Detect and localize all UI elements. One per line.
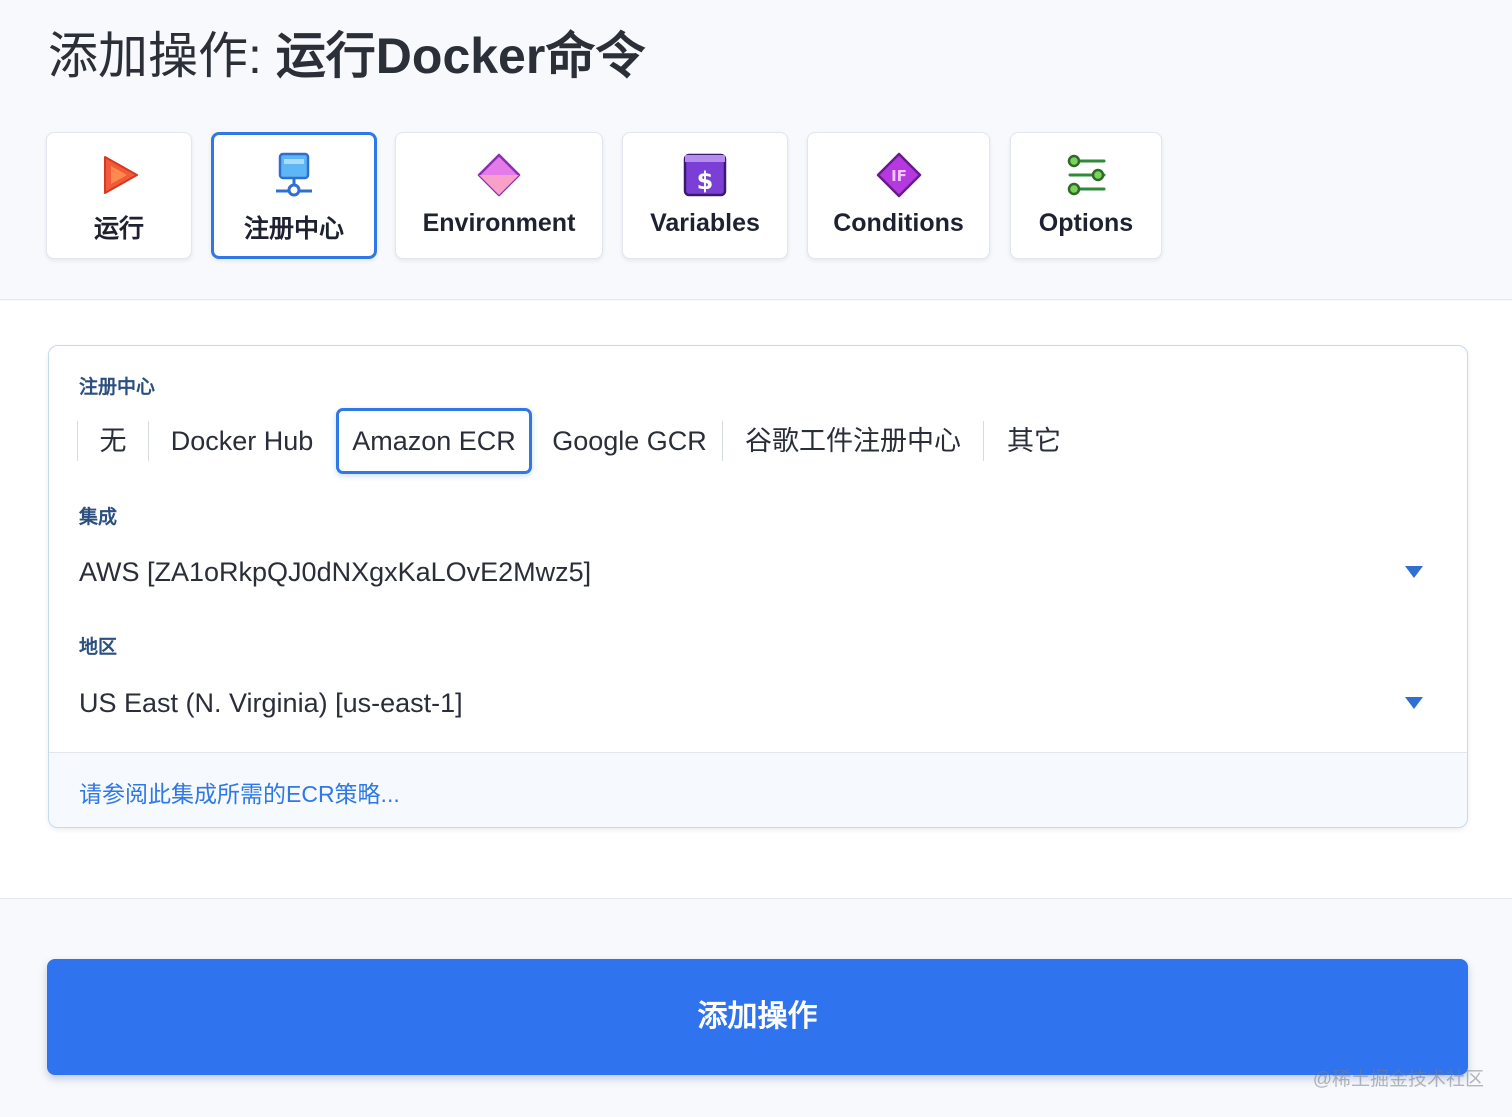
card-footer: 请参阅此集成所需的ECR策略... <box>49 752 1467 827</box>
integration-label: 集成 <box>79 507 118 528</box>
region-value: US East (N. Virginia) [us-east-1] <box>79 688 463 718</box>
tab-label: 注册中心 <box>243 215 344 243</box>
tab-label: Variables <box>650 209 760 237</box>
tab-options[interactable]: Options <box>1010 132 1162 259</box>
diamond-icon <box>477 153 521 197</box>
sliders-icon <box>1067 154 1106 196</box>
integration-select[interactable]: AWS [ZA1oRkpQJ0dNXgxKaLOvE2Mwz5] <box>79 547 1439 597</box>
ecr-policy-link[interactable]: 请参阅此集成所需的ECR策略... <box>79 775 400 809</box>
svg-text:$: $ <box>697 167 714 195</box>
header-area: 添加操作: 运行Docker命令 运行 注册中心 Environment $ V… <box>0 0 1512 300</box>
tab-run[interactable]: 运行 <box>46 132 192 259</box>
play-icon <box>104 156 138 194</box>
watermark: @稀土掘金技术社区 <box>1312 1069 1484 1090</box>
chevron-down-icon <box>1405 566 1423 578</box>
registry-option-artifact-registry[interactable]: 谷歌工件注册中心 <box>723 408 983 474</box>
registry-label: 注册中心 <box>79 377 156 398</box>
tab-variables[interactable]: $ Variables <box>622 132 788 259</box>
page-title: 添加操作: 运行Docker命令 <box>48 24 645 88</box>
registry-option-none[interactable]: 无 <box>78 408 148 474</box>
integration-value: AWS [ZA1oRkpQJ0dNXgxKaLOvE2Mwz5] <box>79 557 592 587</box>
main-panel: 注册中心 无 Docker Hub Amazon ECR Google GCR … <box>0 301 1512 899</box>
tab-conditions[interactable]: IF Conditions <box>807 132 990 259</box>
chevron-down-icon <box>1405 697 1423 709</box>
tab-environment[interactable]: Environment <box>395 132 603 259</box>
region-select[interactable]: US East (N. Virginia) [us-east-1] <box>79 678 1439 728</box>
if-diamond-icon: IF <box>876 152 921 198</box>
svg-text:IF: IF <box>891 167 907 185</box>
registry-card: 注册中心 无 Docker Hub Amazon ECR Google GCR … <box>48 345 1468 828</box>
title-action: 运行Docker命令 <box>275 28 646 84</box>
tab-label: Options <box>1038 209 1134 237</box>
tab-label: 运行 <box>93 215 144 243</box>
tab-registry[interactable]: 注册中心 <box>211 132 377 259</box>
add-action-button[interactable]: 添加操作 <box>47 959 1468 1075</box>
title-prefix: 添加操作: <box>48 28 276 84</box>
dollar-box-icon: $ <box>683 153 727 197</box>
tab-label: Environment <box>422 209 576 237</box>
region-label: 地区 <box>79 637 118 658</box>
registry-option-other[interactable]: 其它 <box>984 408 1084 474</box>
tab-label: Conditions <box>833 209 964 237</box>
registry-server-icon <box>276 152 312 197</box>
registry-option-amazon-ecr[interactable]: Amazon ECR <box>336 408 532 474</box>
registry-option-docker-hub[interactable]: Docker Hub <box>149 408 335 474</box>
registry-option-google-gcr[interactable]: Google GCR <box>537 408 722 474</box>
